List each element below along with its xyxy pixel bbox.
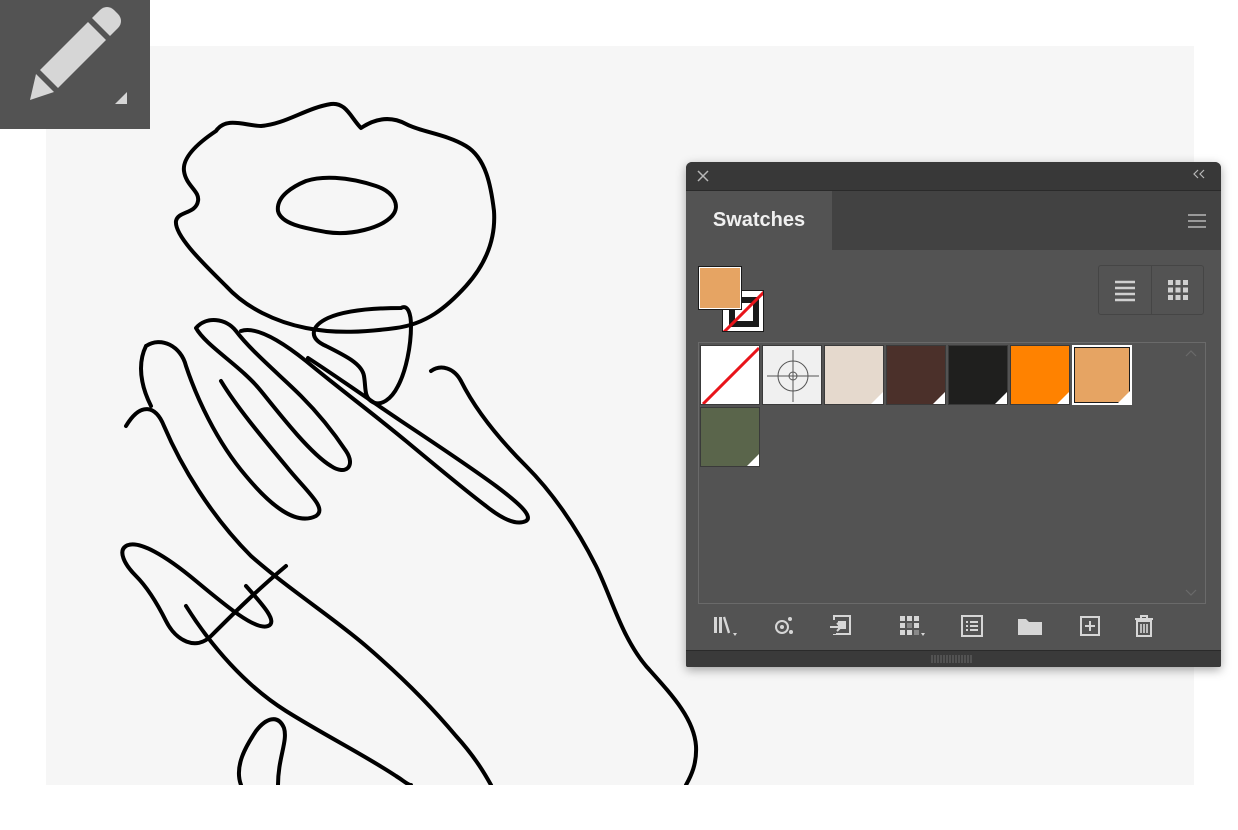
swatches-panel: Swatches xyxy=(686,162,1221,667)
index-finger xyxy=(239,328,530,525)
swatch-olive-green[interactable] xyxy=(700,407,760,467)
panel-footer xyxy=(686,650,1221,667)
new-color-group-button[interactable] xyxy=(894,608,930,644)
swatch-libraries-icon xyxy=(714,616,737,636)
flower-outline xyxy=(174,101,497,334)
new-swatch-button[interactable] xyxy=(1072,608,1108,644)
list-view-icon xyxy=(1115,280,1135,302)
scroll-up-icon[interactable] xyxy=(1185,349,1197,357)
swatch-libraries-button[interactable] xyxy=(708,608,744,644)
pencil-icon xyxy=(30,7,127,104)
new-folder-button[interactable] xyxy=(1012,608,1048,644)
collapse-icon[interactable] xyxy=(1193,168,1207,180)
folder-icon xyxy=(1018,619,1042,635)
delete-swatch-icon xyxy=(1135,615,1153,637)
hand-wrist xyxy=(236,717,287,785)
swatch-options-button[interactable] xyxy=(954,608,990,644)
swatch-options-icon xyxy=(961,615,983,637)
panel-tab-bar: Swatches xyxy=(686,191,1221,250)
hand-back xyxy=(429,365,699,785)
swatch-none[interactable] xyxy=(700,345,760,405)
swatch-registration[interactable] xyxy=(762,345,822,405)
new-color-group-icon xyxy=(900,616,925,636)
swatch-light-beige[interactable] xyxy=(824,345,884,405)
registration-icon xyxy=(767,350,819,402)
panel-bottom-toolbar xyxy=(686,608,1221,650)
fill-stroke-indicator xyxy=(698,266,766,334)
hand-outline xyxy=(120,340,493,785)
tool-indicator xyxy=(0,0,150,129)
swatch-orange[interactable] xyxy=(1010,345,1070,405)
list-view-button[interactable] xyxy=(1099,266,1152,314)
swatch-black[interactable] xyxy=(948,345,1008,405)
grid-view-button[interactable] xyxy=(1152,266,1204,314)
swatch-dark-brown[interactable] xyxy=(886,345,946,405)
import-swatches-icon xyxy=(830,615,851,635)
view-toggle xyxy=(1098,265,1204,315)
hamburger-menu-icon[interactable] xyxy=(1187,213,1207,229)
hand-palm xyxy=(184,604,413,785)
swatch-tan[interactable] xyxy=(1072,345,1132,405)
flower-stem xyxy=(311,305,413,406)
import-swatches-button[interactable] xyxy=(822,608,858,644)
close-icon[interactable] xyxy=(696,169,710,183)
swatch-grid xyxy=(698,342,1206,604)
scroll-down-icon[interactable] xyxy=(1185,589,1197,597)
delete-swatch-button[interactable] xyxy=(1126,608,1162,644)
none-swatch-icon xyxy=(701,346,759,404)
flower-center xyxy=(275,175,398,235)
panel-title-bar[interactable] xyxy=(686,162,1221,191)
tab-swatches[interactable]: Swatches xyxy=(686,191,832,250)
resize-grip-icon[interactable] xyxy=(930,655,974,663)
new-swatch-icon xyxy=(1080,616,1100,636)
show-kinds-button[interactable] xyxy=(766,608,802,644)
grid-view-icon xyxy=(1168,280,1188,300)
fill-swatch[interactable] xyxy=(698,266,742,310)
show-kinds-icon xyxy=(775,617,793,634)
